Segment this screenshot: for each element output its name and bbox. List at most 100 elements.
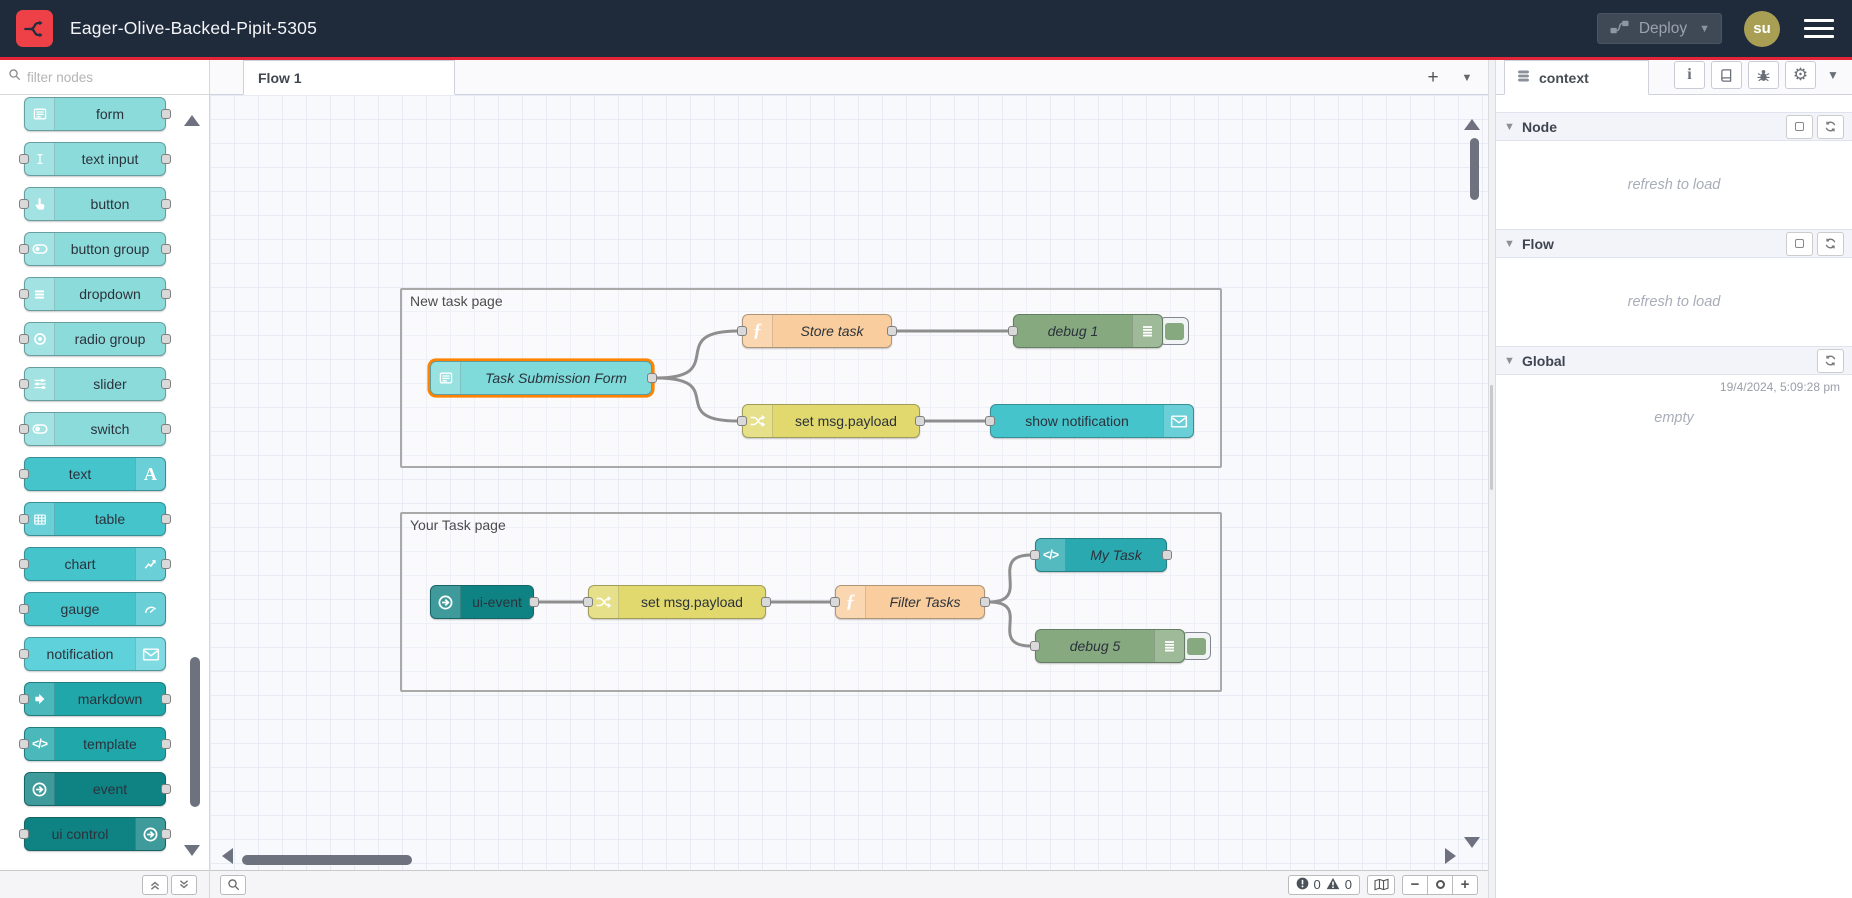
navigator-toggle-button[interactable] [1367, 874, 1395, 895]
node-debug-5[interactable]: debug 5 [1030, 629, 1185, 663]
output-port[interactable] [161, 244, 171, 254]
output-port[interactable] [647, 373, 657, 383]
output-port[interactable] [161, 109, 171, 119]
palette-node-form[interactable]: form [24, 97, 171, 131]
output-port[interactable] [161, 514, 171, 524]
tab-context[interactable]: context [1504, 60, 1649, 95]
flow-list-caret[interactable]: ▼ [1452, 64, 1482, 92]
notifications-badge[interactable]: 0 0 [1287, 874, 1360, 895]
output-port[interactable] [161, 784, 171, 794]
output-port[interactable] [161, 739, 171, 749]
palette-expand-all-button[interactable] [171, 874, 197, 895]
palette-scroll-up-arrow[interactable] [184, 115, 200, 126]
node-task-submission-form[interactable]: Task Submission Form [430, 361, 657, 395]
input-port[interactable] [19, 739, 29, 749]
main-menu-button[interactable] [1804, 18, 1834, 39]
input-port[interactable] [1030, 641, 1040, 651]
node-ui-event[interactable]: ui-event [430, 585, 539, 619]
output-port[interactable] [161, 154, 171, 164]
debug-toggle-button[interactable] [1159, 317, 1189, 345]
input-port[interactable] [985, 416, 995, 426]
input-port[interactable] [19, 244, 29, 254]
node-debug-1[interactable]: debug 1 [1008, 314, 1163, 348]
zoom-reset-button[interactable] [1427, 874, 1453, 895]
palette-node-dropdown[interactable]: dropdown [19, 277, 171, 311]
palette-node-text-input[interactable]: text input [19, 142, 171, 176]
output-port[interactable] [161, 379, 171, 389]
input-port[interactable] [19, 829, 29, 839]
input-port[interactable] [19, 424, 29, 434]
output-port[interactable] [887, 326, 897, 336]
context-section-node[interactable]: ▼ Node [1496, 112, 1852, 141]
section-refresh-button[interactable] [1817, 231, 1844, 256]
output-port[interactable] [161, 334, 171, 344]
palette-node-notification[interactable]: notification [19, 637, 166, 671]
input-port[interactable] [19, 514, 29, 524]
node-store-task[interactable]: ƒ Store task [737, 314, 897, 348]
input-port[interactable] [19, 289, 29, 299]
section-collapse-chevron[interactable]: ▼ [1504, 355, 1522, 367]
add-flow-button[interactable]: + [1418, 64, 1448, 92]
palette-node-gauge[interactable]: gauge [19, 592, 166, 626]
output-port[interactable] [161, 559, 171, 569]
output-port[interactable] [980, 597, 990, 607]
section-collapse-chevron[interactable]: ▼ [1504, 121, 1522, 133]
output-port[interactable] [161, 199, 171, 209]
user-avatar[interactable]: su [1744, 10, 1780, 47]
palette-node-table[interactable]: table [19, 502, 171, 536]
output-port[interactable] [915, 416, 925, 426]
tab-help-button[interactable] [1711, 61, 1742, 89]
input-port[interactable] [583, 597, 593, 607]
flowfuse-logo[interactable] [16, 10, 53, 47]
palette-node-radio-group[interactable]: radio group [19, 322, 171, 356]
output-port[interactable] [1162, 550, 1172, 560]
node-filter-tasks[interactable]: ƒ Filter Tasks [830, 585, 990, 619]
wire-filter_tasks-to-my_task[interactable] [988, 553, 1032, 604]
wire-task_form-to-store_task[interactable] [655, 329, 739, 380]
palette-node-ui-control[interactable]: ui control [19, 817, 171, 851]
output-port[interactable] [761, 597, 771, 607]
palette-node-switch[interactable]: switch [19, 412, 171, 446]
palette-node-text[interactable]: text A [19, 457, 166, 491]
input-port[interactable] [19, 604, 29, 614]
wire-filter_tasks-to-debug5[interactable] [988, 600, 1032, 648]
sidebar-menu-caret[interactable]: ▼ [1822, 68, 1844, 82]
debug-toggle-button[interactable] [1181, 632, 1211, 660]
input-port[interactable] [19, 649, 29, 659]
input-port[interactable] [737, 326, 747, 336]
input-port[interactable] [19, 334, 29, 344]
palette-scroll-down-arrow[interactable] [184, 845, 200, 856]
context-section-flow[interactable]: ▼ Flow [1496, 229, 1852, 258]
input-port[interactable] [19, 559, 29, 569]
input-port[interactable] [737, 416, 747, 426]
wire-task_form-to-set_payload1[interactable] [655, 376, 739, 423]
palette-scrollbar-thumb[interactable] [190, 657, 200, 807]
tab-flow-1[interactable]: Flow 1 [243, 60, 455, 95]
node-set-msg-payload[interactable]: set msg.payload [737, 404, 925, 438]
tab-debug-button[interactable] [1748, 61, 1779, 89]
input-port[interactable] [1030, 550, 1040, 560]
section-refresh-button[interactable] [1817, 348, 1844, 373]
palette-collapse-all-button[interactable] [142, 874, 168, 895]
tab-config-button[interactable]: ⚙ [1785, 61, 1816, 89]
palette-node-button[interactable]: button [19, 187, 171, 221]
section-open-window-button[interactable] [1786, 114, 1813, 139]
output-port[interactable] [161, 694, 171, 704]
output-port[interactable] [161, 424, 171, 434]
section-refresh-button[interactable] [1817, 114, 1844, 139]
palette-node-template[interactable]: </> template [19, 727, 171, 761]
node-set-msg-payload[interactable]: set msg.payload [583, 585, 771, 619]
output-port[interactable] [161, 829, 171, 839]
output-port[interactable] [161, 289, 171, 299]
zoom-in-button[interactable]: + [1452, 874, 1478, 895]
palette-node-chart[interactable]: chart [19, 547, 171, 581]
output-port[interactable] [529, 597, 539, 607]
input-port[interactable] [830, 597, 840, 607]
zoom-out-button[interactable]: − [1402, 874, 1428, 895]
node-show-notification[interactable]: show notification [985, 404, 1194, 438]
input-port[interactable] [19, 154, 29, 164]
input-port[interactable] [19, 469, 29, 479]
flow-canvas[interactable]: New task page Your Task page Task Submissi… [210, 95, 1488, 870]
input-port[interactable] [19, 199, 29, 209]
deploy-button[interactable]: Deploy ▼ [1596, 13, 1722, 44]
